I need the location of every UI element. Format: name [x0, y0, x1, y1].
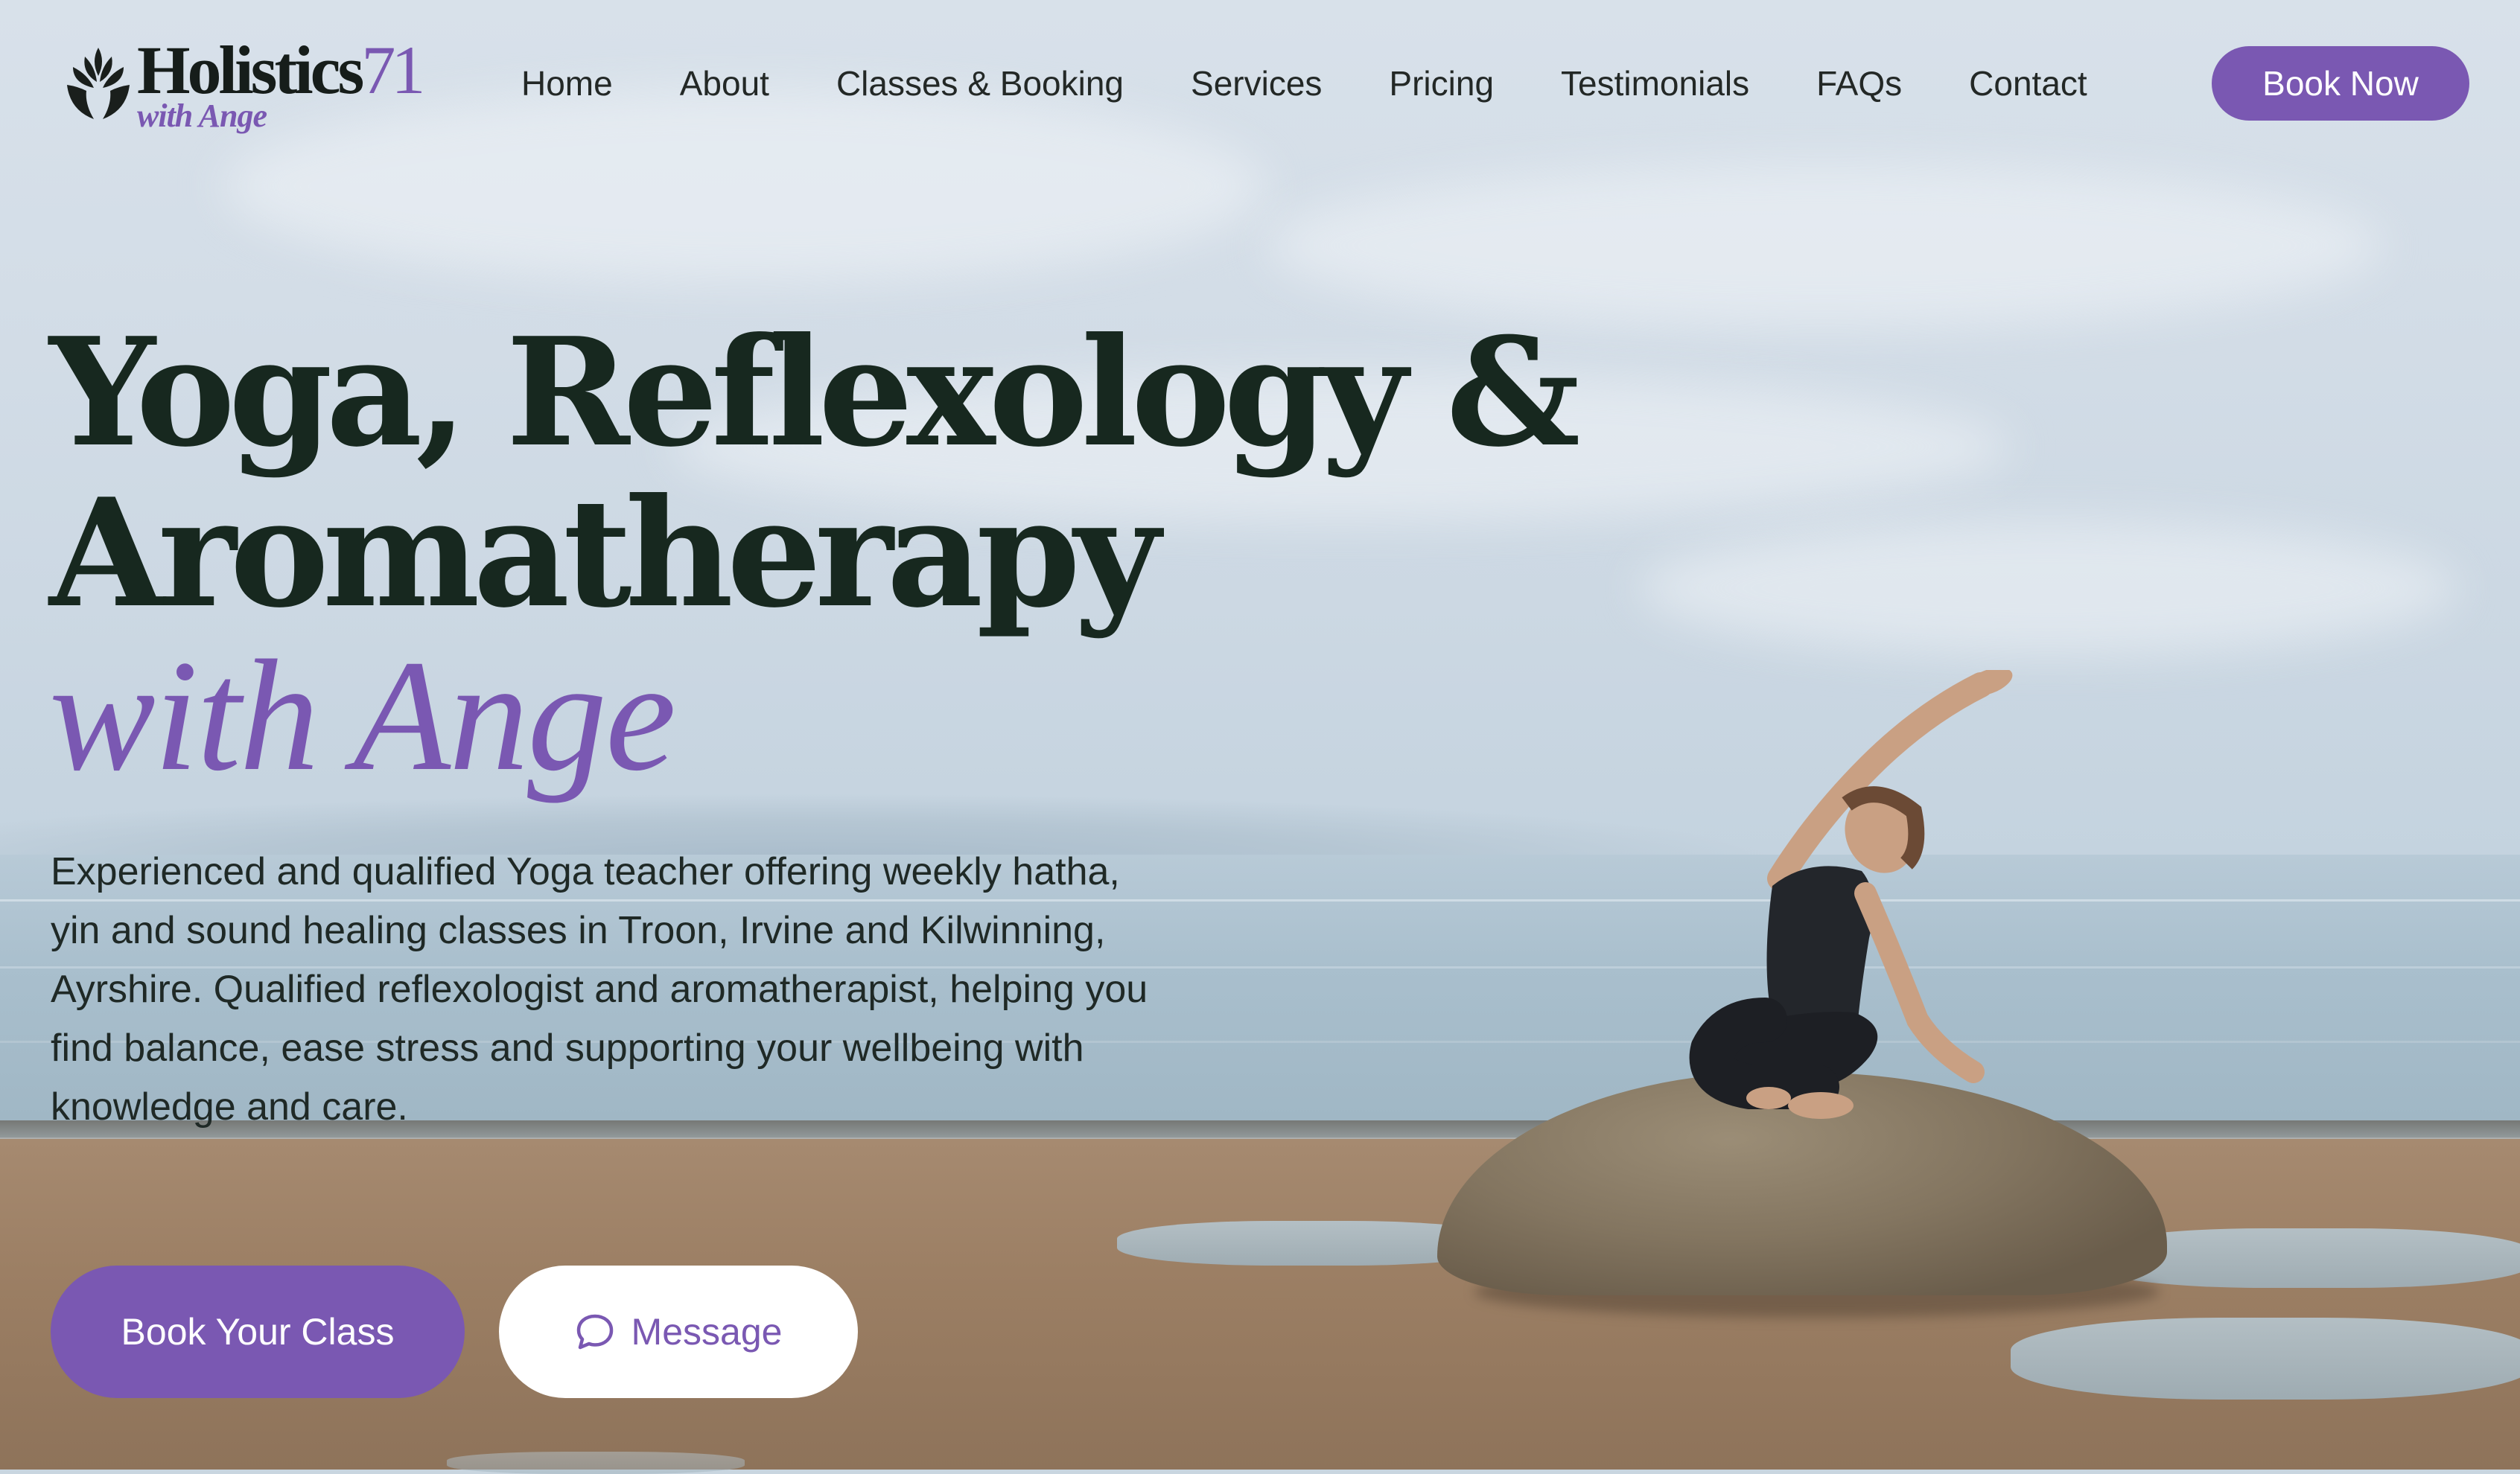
nav-link-services[interactable]: Services [1191, 63, 1322, 103]
hero-tagline: with Ange [49, 628, 676, 804]
nav-link-home[interactable]: Home [521, 63, 613, 103]
nav-link-testimonials[interactable]: Testimonials [1561, 63, 1749, 103]
message-button[interactable]: Message [499, 1266, 858, 1398]
message-button-label: Message [631, 1311, 783, 1353]
site-logo[interactable]: Holistics71 with Ange [63, 36, 450, 140]
hero-title: Yoga, Reflexology & Aromatherapy [49, 305, 1580, 641]
yoga-woman-figure [1689, 670, 2013, 1119]
nav-link-about[interactable]: About [680, 63, 769, 103]
lotus-hands-icon [67, 48, 130, 119]
book-your-class-button[interactable]: Book Your Class [51, 1266, 465, 1398]
logo-number: 71 [361, 32, 425, 108]
logo-subtitle: with Ange [137, 98, 267, 134]
logo-wordmark: Holistics71 [137, 32, 425, 108]
nav-link-classes-booking[interactable]: Classes & Booking [836, 63, 1124, 103]
book-now-button[interactable]: Book Now [2212, 46, 2469, 121]
main-navigation: Home About Classes & Booking Services Pr… [521, 60, 2087, 107]
nav-link-faqs[interactable]: FAQs [1816, 63, 1902, 103]
hero-title-line-1: Yoga, Reflexology & [49, 305, 1580, 480]
site-header: Holistics71 with Ange Home About Classes… [0, 0, 2520, 164]
nav-link-contact[interactable]: Contact [1969, 63, 2087, 103]
chat-bubble-icon [576, 1314, 613, 1350]
hero-description: Experienced and qualified Yoga teacher o… [51, 850, 1148, 1129]
hero-title-line-2: Aromatherapy [49, 466, 1160, 641]
nav-link-pricing[interactable]: Pricing [1389, 63, 1494, 103]
